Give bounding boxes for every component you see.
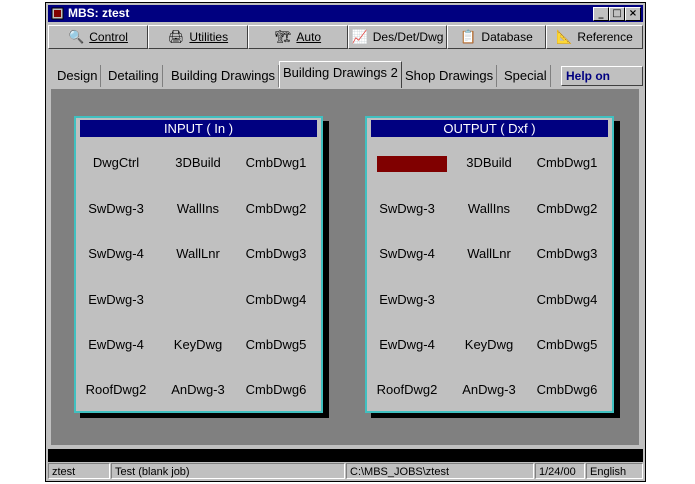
tab-shop-drawings[interactable]: Shop Drawings bbox=[402, 65, 498, 87]
output-keydwg[interactable]: KeyDwg bbox=[449, 337, 529, 353]
output-selected-item[interactable] bbox=[377, 156, 447, 172]
magnifier-icon: 🔍 bbox=[68, 30, 85, 45]
printer-icon: 🖨 bbox=[167, 30, 185, 45]
title-bar[interactable]: MBS: ztest _ □ × bbox=[48, 5, 643, 22]
utilities-label: Utilities bbox=[189, 30, 229, 44]
input-cmbdwg3[interactable]: CmbDwg3 bbox=[236, 246, 316, 262]
tab-building-drawings[interactable]: Building Drawings bbox=[168, 65, 280, 87]
maximize-button[interactable]: □ bbox=[609, 7, 625, 21]
close-button[interactable]: × bbox=[625, 7, 641, 21]
output-cmbdwg4[interactable]: CmbDwg4 bbox=[527, 292, 607, 308]
database-button[interactable]: 📋 Database bbox=[447, 25, 546, 49]
input-cmbdwg5[interactable]: CmbDwg5 bbox=[236, 337, 316, 353]
chart-icon: 📈 bbox=[351, 30, 368, 45]
main-window: MBS: ztest _ □ × 🔍 Control 🖨 Utilities 🏗 Au… bbox=[45, 2, 646, 482]
input-panel: INPUT ( In ) DwgCtrl 3DBuild CmbDwg1 SwD… bbox=[74, 116, 323, 413]
output-swdwg-4[interactable]: SwDwg-4 bbox=[367, 246, 447, 262]
reference-label: Reference bbox=[577, 30, 633, 44]
help-button[interactable]: Help on MBS bbox=[561, 66, 643, 101]
clipboard-icon: 📋 bbox=[460, 30, 477, 45]
auto-label: Auto bbox=[296, 30, 322, 44]
status-bar: ztest Test (blank job) C:\MBS_JOBS\ztest… bbox=[48, 463, 643, 480]
output-cmbdwg2[interactable]: CmbDwg2 bbox=[527, 201, 607, 217]
utilities-button[interactable]: 🖨 Utilities bbox=[148, 25, 248, 49]
message-bar bbox=[48, 449, 643, 462]
output-cmbdwg5[interactable]: CmbDwg5 bbox=[527, 337, 607, 353]
input-cmbdwg4[interactable]: CmbDwg4 bbox=[236, 292, 316, 308]
tab-detailing[interactable]: Detailing bbox=[105, 65, 163, 87]
output-wallins[interactable]: WallIns bbox=[449, 201, 529, 217]
toolbar: 🔍 Control 🖨 Utilities 🏗 Auto 📈 Des/Det/Dwg 📋… bbox=[48, 25, 643, 51]
input-cmbdwg2[interactable]: CmbDwg2 bbox=[236, 201, 316, 217]
input-wallins[interactable]: WallIns bbox=[158, 201, 238, 217]
database-label: Database bbox=[481, 30, 533, 44]
app-icon bbox=[51, 7, 64, 20]
input-3dbuild[interactable]: 3DBuild bbox=[158, 155, 238, 171]
input-keydwg[interactable]: KeyDwg bbox=[158, 337, 238, 353]
auto-button[interactable]: 🏗 Auto bbox=[248, 25, 348, 49]
output-ewdwg-4[interactable]: EwDwg-4 bbox=[367, 337, 447, 353]
output-walllnr[interactable]: WallLnr bbox=[449, 246, 529, 262]
minimize-button[interactable]: _ bbox=[593, 7, 609, 21]
building-icon: 🏗 bbox=[274, 30, 292, 45]
input-cmbdwg6[interactable]: CmbDwg6 bbox=[236, 382, 316, 398]
input-roofdwg2[interactable]: RoofDwg2 bbox=[76, 382, 156, 398]
output-cmbdwg3[interactable]: CmbDwg3 bbox=[527, 246, 607, 262]
control-button[interactable]: 🔍 Control bbox=[48, 25, 148, 49]
status-path: C:\MBS_JOBS\ztest bbox=[346, 463, 534, 479]
content-area: INPUT ( In ) DwgCtrl 3DBuild CmbDwg1 SwD… bbox=[51, 89, 639, 445]
tab-design[interactable]: Design bbox=[54, 65, 102, 87]
output-cmbdwg1[interactable]: CmbDwg1 bbox=[527, 155, 607, 171]
status-language: English bbox=[586, 463, 643, 479]
output-cmbdwg6[interactable]: CmbDwg6 bbox=[527, 382, 607, 398]
input-cmbdwg1[interactable]: CmbDwg1 bbox=[236, 155, 316, 171]
ruler-icon: 📐 bbox=[556, 30, 573, 45]
output-3dbuild[interactable]: 3DBuild bbox=[449, 155, 529, 171]
output-ewdwg-3[interactable]: EwDwg-3 bbox=[367, 292, 447, 308]
input-ewdwg-4[interactable]: EwDwg-4 bbox=[76, 337, 156, 353]
input-dwgctrl[interactable]: DwgCtrl bbox=[76, 155, 156, 171]
des-det-dwg-label: Des/Det/Dwg bbox=[372, 30, 444, 44]
status-description: Test (blank job) bbox=[111, 463, 345, 479]
window-title: MBS: ztest bbox=[68, 6, 130, 20]
input-walllnr[interactable]: WallLnr bbox=[158, 246, 238, 262]
tab-building-drawings-2[interactable]: Building Drawings 2 bbox=[279, 61, 402, 88]
control-label: Control bbox=[89, 30, 128, 44]
output-panel-title: OUTPUT ( Dxf ) bbox=[371, 120, 608, 137]
status-job: ztest bbox=[48, 463, 110, 479]
output-roofdwg2[interactable]: RoofDwg2 bbox=[367, 382, 447, 398]
output-swdwg-3[interactable]: SwDwg-3 bbox=[367, 201, 447, 217]
status-date: 1/24/00 bbox=[535, 463, 585, 479]
input-ewdwg-3[interactable]: EwDwg-3 bbox=[76, 292, 156, 308]
reference-button[interactable]: 📐 Reference bbox=[546, 25, 643, 49]
output-andwg-3[interactable]: AnDwg-3 bbox=[449, 382, 529, 398]
input-swdwg-3[interactable]: SwDwg-3 bbox=[76, 201, 156, 217]
tab-special[interactable]: Special bbox=[501, 65, 551, 87]
tab-strip: Design Detailing Building Drawings Build… bbox=[48, 61, 643, 101]
des-det-dwg-button[interactable]: 📈 Des/Det/Dwg bbox=[348, 25, 447, 49]
output-panel: OUTPUT ( Dxf ) 3DBuild CmbDwg1 SwDwg-3 W… bbox=[365, 116, 614, 413]
input-panel-title: INPUT ( In ) bbox=[80, 120, 317, 137]
input-andwg-3[interactable]: AnDwg-3 bbox=[158, 382, 238, 398]
input-swdwg-4[interactable]: SwDwg-4 bbox=[76, 246, 156, 262]
